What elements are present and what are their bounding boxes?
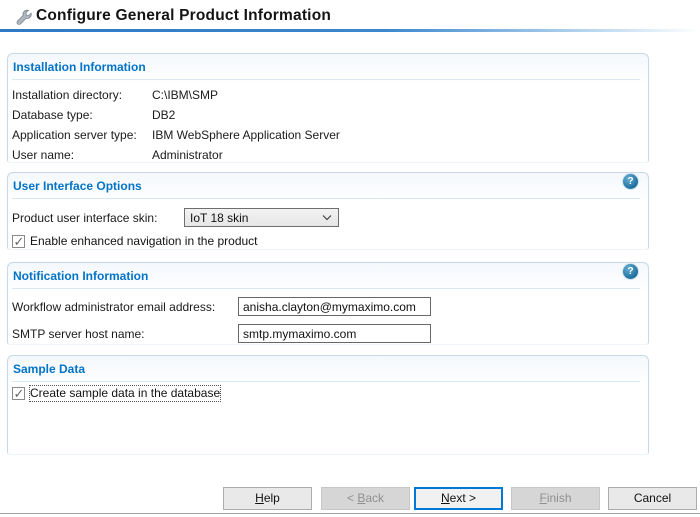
skin-label: Product user interface skin: <box>12 210 158 225</box>
smtp-host-label: SMTP server host name: <box>12 326 145 341</box>
section-user-interface-options: User Interface Options ? Product user in… <box>7 172 649 250</box>
section-title: Notification Information <box>13 269 149 283</box>
enhanced-nav-checkbox[interactable] <box>12 234 25 250</box>
help-icon[interactable]: ? <box>623 174 638 189</box>
enhanced-nav-label[interactable]: Enable enhanced navigation in the produc… <box>30 234 258 249</box>
window-bottom-edge <box>0 513 700 514</box>
field-row-database-type: Database type: DB2 <box>12 105 640 125</box>
page-title: Configure General Product Information <box>36 7 332 24</box>
field-label: Installation directory: <box>12 88 123 102</box>
back-button[interactable]: < Back <box>321 487 410 510</box>
field-label: Database type: <box>12 108 93 122</box>
header-rule <box>0 29 700 32</box>
section-header: Sample Data <box>12 356 640 382</box>
smtp-host-input[interactable] <box>238 324 431 343</box>
help-icon[interactable]: ? <box>623 264 638 279</box>
finish-button[interactable]: Finish <box>511 487 600 510</box>
next-button[interactable]: Next > <box>414 487 503 510</box>
section-sample-data: Sample Data Create sample data in the da… <box>7 355 649 455</box>
field-value: DB2 <box>152 108 176 122</box>
sample-data-label[interactable]: Create sample data in the database <box>28 385 222 402</box>
field-value: IBM WebSphere Application Server <box>152 128 340 142</box>
section-title: Installation Information <box>13 60 146 74</box>
field-row-installation-directory: Installation directory: C:\IBM\SMP <box>12 85 640 105</box>
workflow-email-label: Workflow administrator email address: <box>12 299 216 314</box>
field-value: C:\IBM\SMP <box>152 88 219 102</box>
workflow-email-input[interactable] <box>238 297 431 316</box>
skin-dropdown-value: IoT 18 skin <box>190 210 249 225</box>
wrench-icon <box>16 9 32 25</box>
cancel-button[interactable]: Cancel <box>608 487 697 510</box>
field-row-user-name: User name: Administrator <box>12 145 640 165</box>
field-label: Application server type: <box>12 128 137 142</box>
field-label: User name: <box>12 148 75 162</box>
section-header: User Interface Options ? <box>12 173 640 199</box>
section-title: User Interface Options <box>13 179 142 193</box>
section-installation-information: Installation Information Installation di… <box>7 53 649 163</box>
skin-dropdown[interactable]: IoT 18 skin <box>184 208 339 227</box>
section-header: Installation Information <box>12 54 640 80</box>
field-value: Administrator <box>152 148 223 162</box>
section-title: Sample Data <box>13 362 86 376</box>
field-row-app-server-type: Application server type: IBM WebSphere A… <box>12 125 640 145</box>
chevron-down-icon <box>322 215 332 221</box>
section-header: Notification Information ? <box>12 263 640 289</box>
section-notification-information: Notification Information ? Workflow admi… <box>7 262 649 345</box>
help-button[interactable]: Help <box>223 487 312 510</box>
sample-data-checkbox[interactable] <box>12 386 25 402</box>
